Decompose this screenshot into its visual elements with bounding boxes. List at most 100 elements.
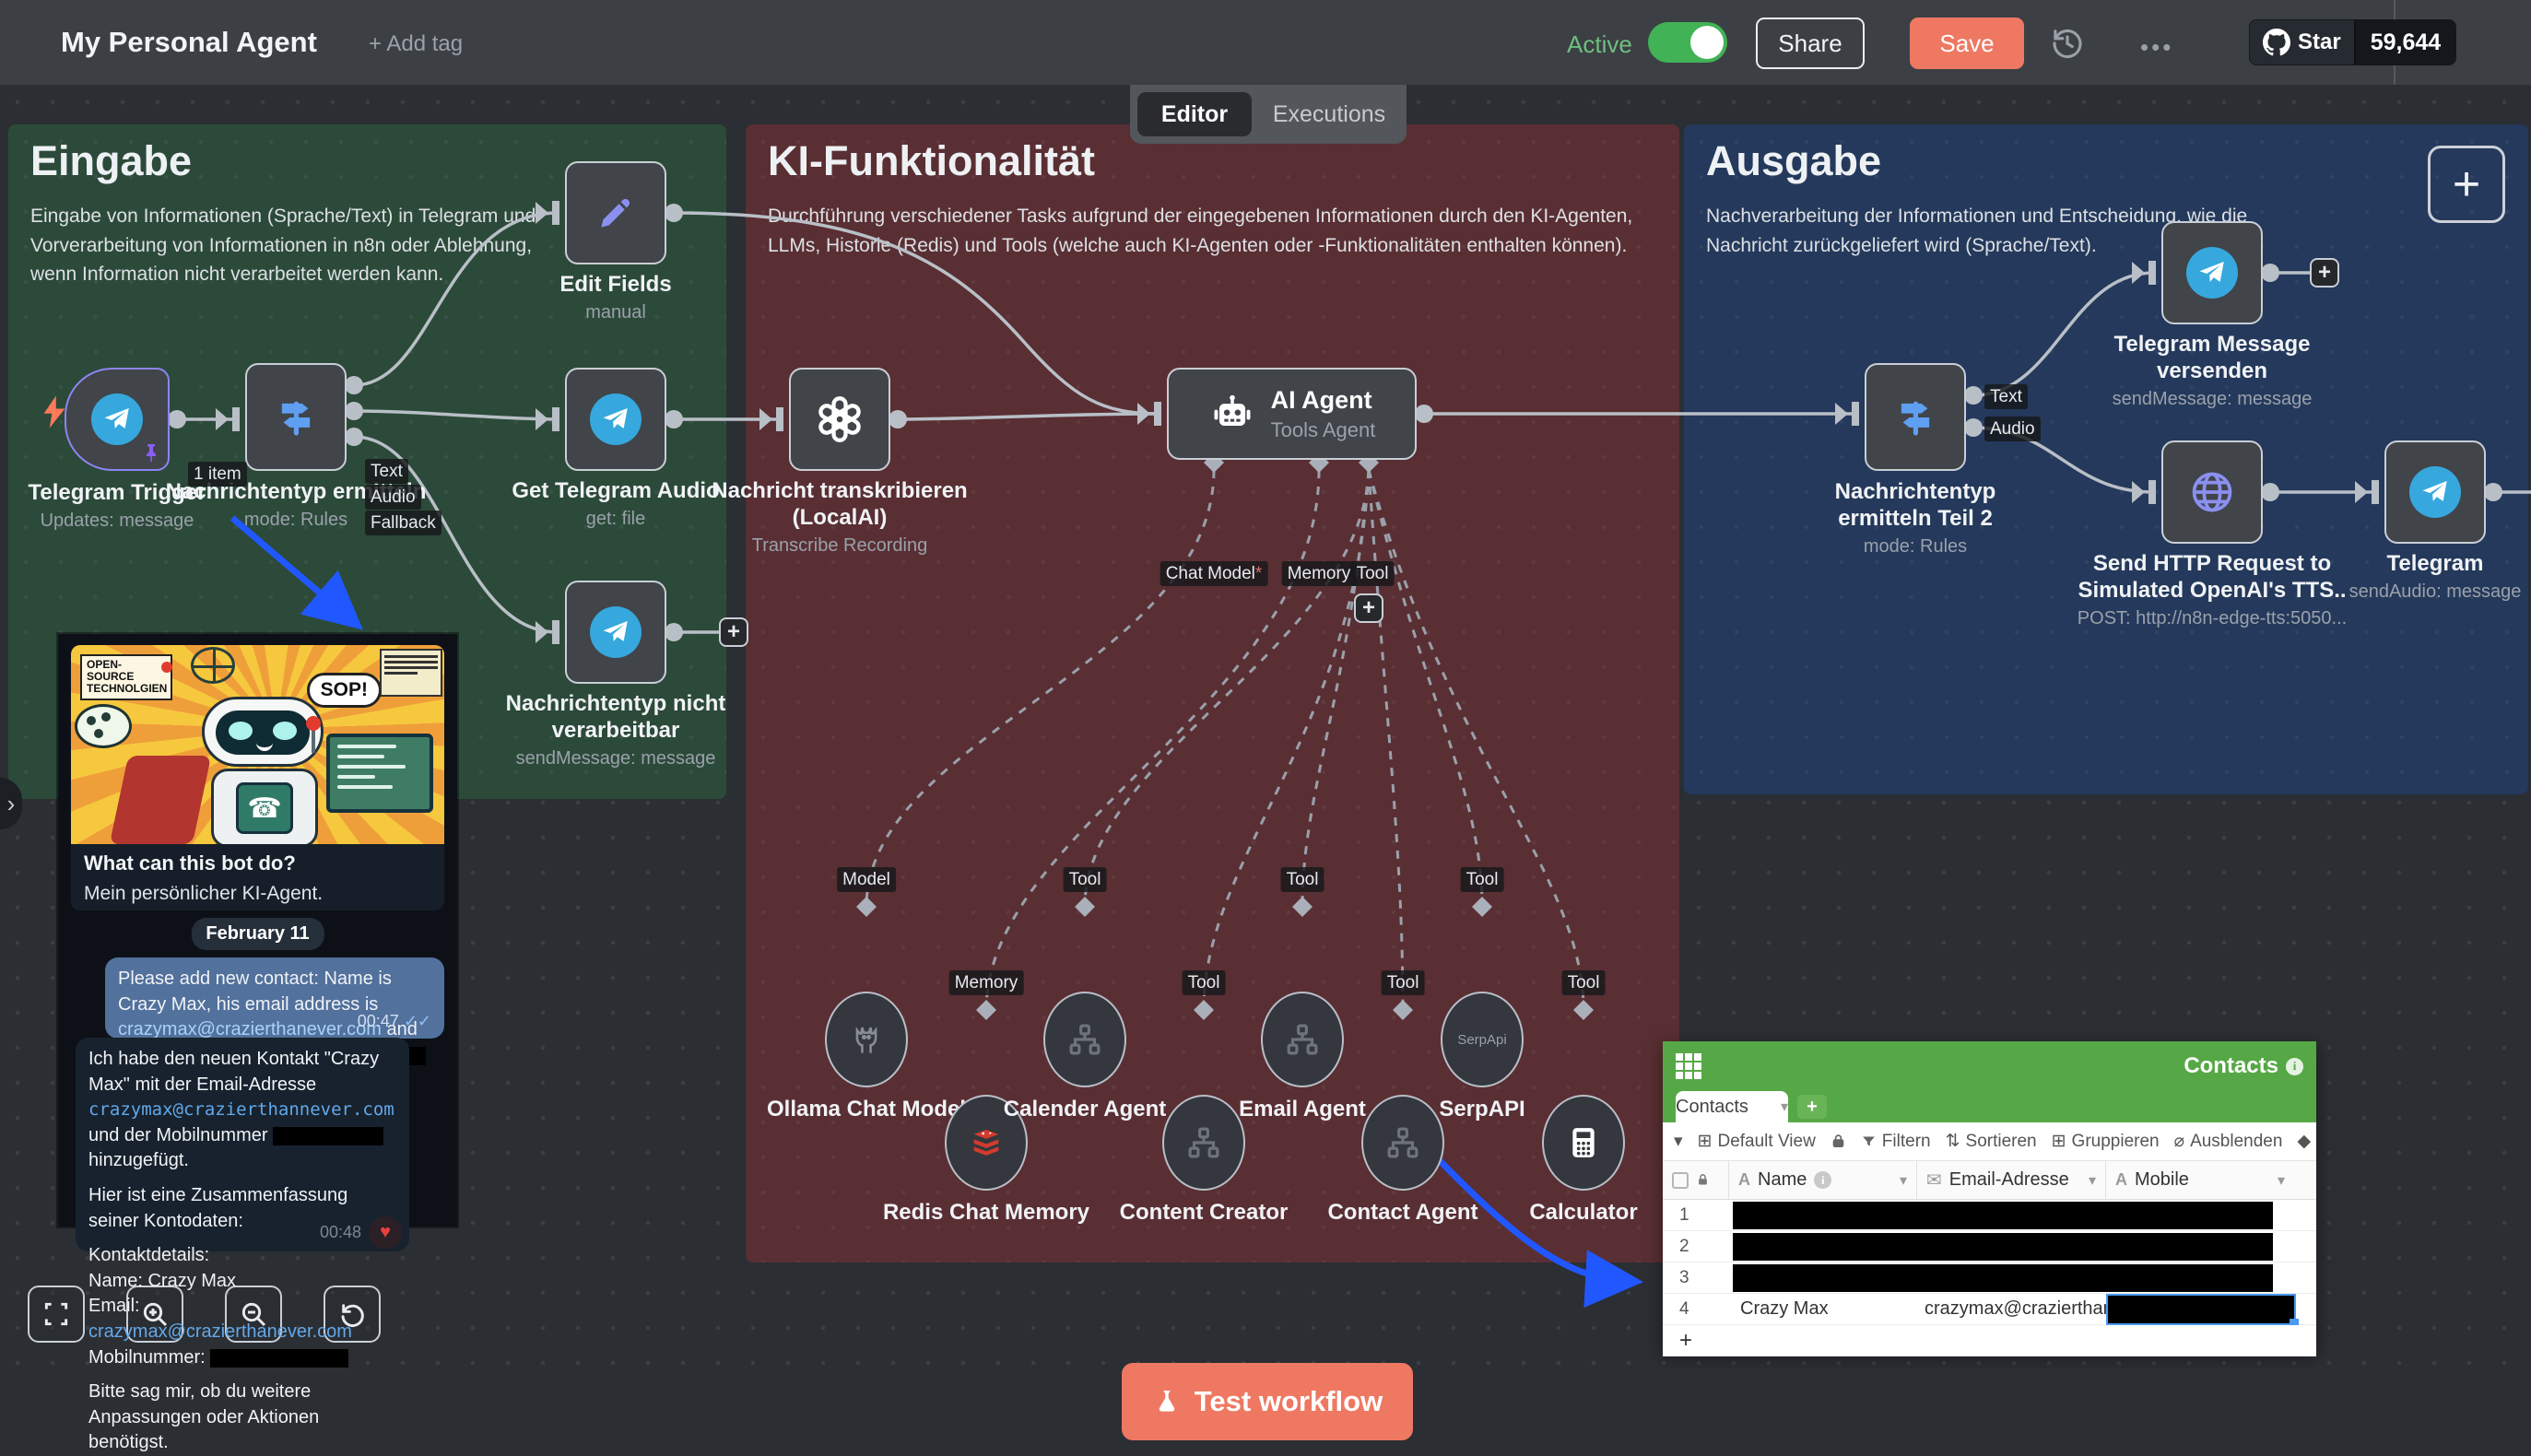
node-get-telegram-audio[interactable]: Get Telegram Audio get: file xyxy=(565,368,666,471)
baserow-column-headers: ANamei▾ ✉Email-Adresse▾ AMobile▾ xyxy=(1663,1161,2316,1200)
node-label: Telegram Message versenden sendMessage: … xyxy=(2097,332,2327,410)
pin-dot xyxy=(161,662,172,673)
add-row-button[interactable]: + xyxy=(1663,1325,2316,1356)
node-nachrichtentyp-ermitteln-teil2[interactable]: Nachrichtentyp ermitteln Teil 2 mode: Ru… xyxy=(1865,363,1966,471)
select-all-checkbox[interactable] xyxy=(1672,1172,1689,1189)
robot-body: ☎ xyxy=(211,769,318,844)
node-nachrichtentyp-ermitteln[interactable]: Nachrichtentyp ermitteln mode: Rules xyxy=(245,363,347,471)
redis-icon xyxy=(968,1124,1005,1161)
node-telegram-send-audio[interactable]: Telegram sendAudio: message xyxy=(2384,440,2486,544)
node-send-http-request-tts[interactable]: Send HTTP Request to Simulated OpenAI's … xyxy=(2161,440,2263,544)
switch-icon xyxy=(1891,393,1939,441)
sort-button[interactable]: ⇅Sortieren xyxy=(1946,1131,2037,1152)
subnode-calender-agent[interactable]: Calender Agent xyxy=(1043,992,1126,1087)
subnode-serpapi[interactable]: SerpApi SerpAPI xyxy=(1441,992,1524,1087)
node-telegram-trigger[interactable]: Telegram Trigger Updates: message xyxy=(65,368,170,471)
hide-fields-button[interactable]: ⌀Ausblenden xyxy=(2174,1131,2283,1152)
toggle-knob xyxy=(1690,26,1724,59)
column-header-email[interactable]: ✉Email-Adresse▾ xyxy=(1917,1161,2106,1199)
add-tag-button[interactable]: + Add tag xyxy=(369,31,463,57)
email-link[interactable]: crazymax@crazierthanever.com xyxy=(88,1321,352,1342)
tab-editor[interactable]: Editor xyxy=(1137,92,1252,136)
sitemap-icon xyxy=(1283,1020,1322,1059)
color-icon[interactable]: ◆ xyxy=(2297,1131,2311,1152)
bot-intro-illustration: OPEN-SOURCE TECHNOLGIEN SOP! ☎ xyxy=(71,645,444,844)
molecule-bubble xyxy=(75,704,132,748)
sitemap-icon xyxy=(1383,1123,1422,1162)
node-label: Edit Fields manual xyxy=(559,272,671,323)
github-icon xyxy=(2263,29,2290,56)
node-label: Get Telegram Audio get: file xyxy=(512,478,719,530)
cell-email[interactable]: crazymax@crazierthaneve... xyxy=(1917,1298,2106,1320)
redacted-phone xyxy=(210,1349,348,1368)
node-label: Telegram sendAudio: message xyxy=(2349,551,2522,603)
chair-shape xyxy=(110,756,211,844)
cell-name[interactable]: Crazy Max xyxy=(1729,1298,1917,1320)
robot-icon xyxy=(1208,390,1256,438)
tab-executions[interactable]: Executions xyxy=(1252,101,1407,128)
tab-contacts[interactable]: Contacts▾ xyxy=(1676,1091,1788,1122)
robot-head xyxy=(202,697,324,767)
star-label: Star xyxy=(2298,29,2341,55)
column-header-name[interactable]: ANamei▾ xyxy=(1729,1161,1917,1199)
redacted-row xyxy=(1733,1202,2273,1229)
column-header-mobile[interactable]: AMobile▾ xyxy=(2106,1161,2294,1199)
history-icon[interactable] xyxy=(2048,24,2087,63)
connection-items-badge: 1 item xyxy=(188,462,247,487)
star-count: 59,644 xyxy=(2354,20,2455,65)
baserow-toolbar: ▾ ⊞Default View Filtern ⇅Sortieren ⊞Grup… xyxy=(1663,1122,2316,1161)
dashed-connections xyxy=(866,470,1583,1010)
table-row[interactable]: 2 xyxy=(1663,1231,2316,1262)
subnode-ollama-chat-model[interactable]: Ollama Chat Model xyxy=(825,992,908,1087)
default-view-button[interactable]: ⊞Default View xyxy=(1698,1131,1816,1152)
read-checks-icon: ✓✓ xyxy=(404,1012,431,1030)
envelope-icon: ✉ xyxy=(1926,1168,1942,1192)
add-node-button[interactable]: + xyxy=(2310,258,2339,288)
email-link[interactable]: crazymax@crazierthanever.com xyxy=(118,1019,382,1039)
serpapi-icon: SerpApi xyxy=(1457,1032,1506,1048)
node-label: Send HTTP Request to Simulated OpenAI's … xyxy=(2074,551,2350,629)
baserow-header: Contactsi xyxy=(1663,1041,2316,1091)
github-star-widget[interactable]: Star 59,644 xyxy=(2249,19,2456,65)
caret-icon[interactable]: ▾ xyxy=(1674,1131,1683,1152)
active-toggle[interactable] xyxy=(1648,22,1727,63)
add-table-button[interactable]: + xyxy=(1797,1095,1827,1119)
heart-reaction[interactable]: ♥ xyxy=(369,1216,402,1250)
subnode-contact-agent[interactable]: Contact Agent xyxy=(1361,1095,1444,1191)
table-row[interactable]: 3 xyxy=(1663,1262,2316,1294)
globe-doodle xyxy=(191,647,235,684)
node-ai-agent[interactable]: AI Agent Tools Agent xyxy=(1167,368,1417,460)
view-tabs: Editor Executions xyxy=(1130,85,1407,144)
info-icon[interactable]: i xyxy=(2286,1058,2303,1075)
code-monitor xyxy=(326,734,433,813)
table-row[interactable]: 1 xyxy=(1663,1200,2316,1231)
subnode-calculator[interactable]: Calculator xyxy=(1542,1095,1625,1191)
filter-button[interactable]: Filtern xyxy=(1861,1132,1931,1152)
caret-icon: ▾ xyxy=(1781,1098,1788,1116)
share-button[interactable]: Share xyxy=(1756,18,1865,69)
cell-mobile-selected[interactable] xyxy=(2106,1294,2296,1325)
baserow-tabs: Contacts▾ + xyxy=(1663,1091,2316,1122)
node-nachricht-transkribieren[interactable]: Nachricht transkribieren (LocalAI) Trans… xyxy=(789,368,890,471)
save-button[interactable]: Save xyxy=(1910,18,2024,69)
hide-icon: ⌀ xyxy=(2174,1131,2184,1152)
port-label-audio: Audio xyxy=(365,485,421,510)
baserow-contacts-panel: Contactsi Contacts▾ + ▾ ⊞Default View Fi… xyxy=(1663,1041,2316,1353)
node-nachrichtentyp-nicht-verarbeitbar[interactable]: Nachrichtentyp nicht verarbeitbar sendMe… xyxy=(565,581,666,684)
more-options-icon[interactable]: ••• xyxy=(2140,33,2173,62)
add-tool-button[interactable]: + xyxy=(1354,593,1383,623)
node-telegram-message-versenden[interactable]: Telegram Message versenden sendMessage: … xyxy=(2161,221,2263,324)
view-grid-icon: ⊞ xyxy=(1698,1131,1713,1152)
node-edit-fields[interactable]: Edit Fields manual xyxy=(565,161,666,264)
table-row[interactable]: 4 Crazy Max crazymax@crazierthaneve... xyxy=(1663,1294,2316,1325)
workflow-title[interactable]: My Personal Agent xyxy=(61,26,317,59)
port-label-text: Text xyxy=(365,459,408,484)
port-label-audio2: Audio xyxy=(1984,417,2041,441)
add-node-button[interactable]: + xyxy=(719,617,748,647)
node-subtitle: Tools Agent xyxy=(1271,418,1376,442)
subnode-email-agent[interactable]: Email Agent xyxy=(1261,992,1344,1087)
grid-menu-icon[interactable] xyxy=(1676,1053,1701,1079)
node-label: Nachrichtentyp nicht verarbeitbar sendMe… xyxy=(500,691,731,769)
subnode-content-creator[interactable]: Content Creator xyxy=(1162,1095,1245,1191)
group-button[interactable]: ⊞Gruppieren xyxy=(2052,1131,2160,1152)
